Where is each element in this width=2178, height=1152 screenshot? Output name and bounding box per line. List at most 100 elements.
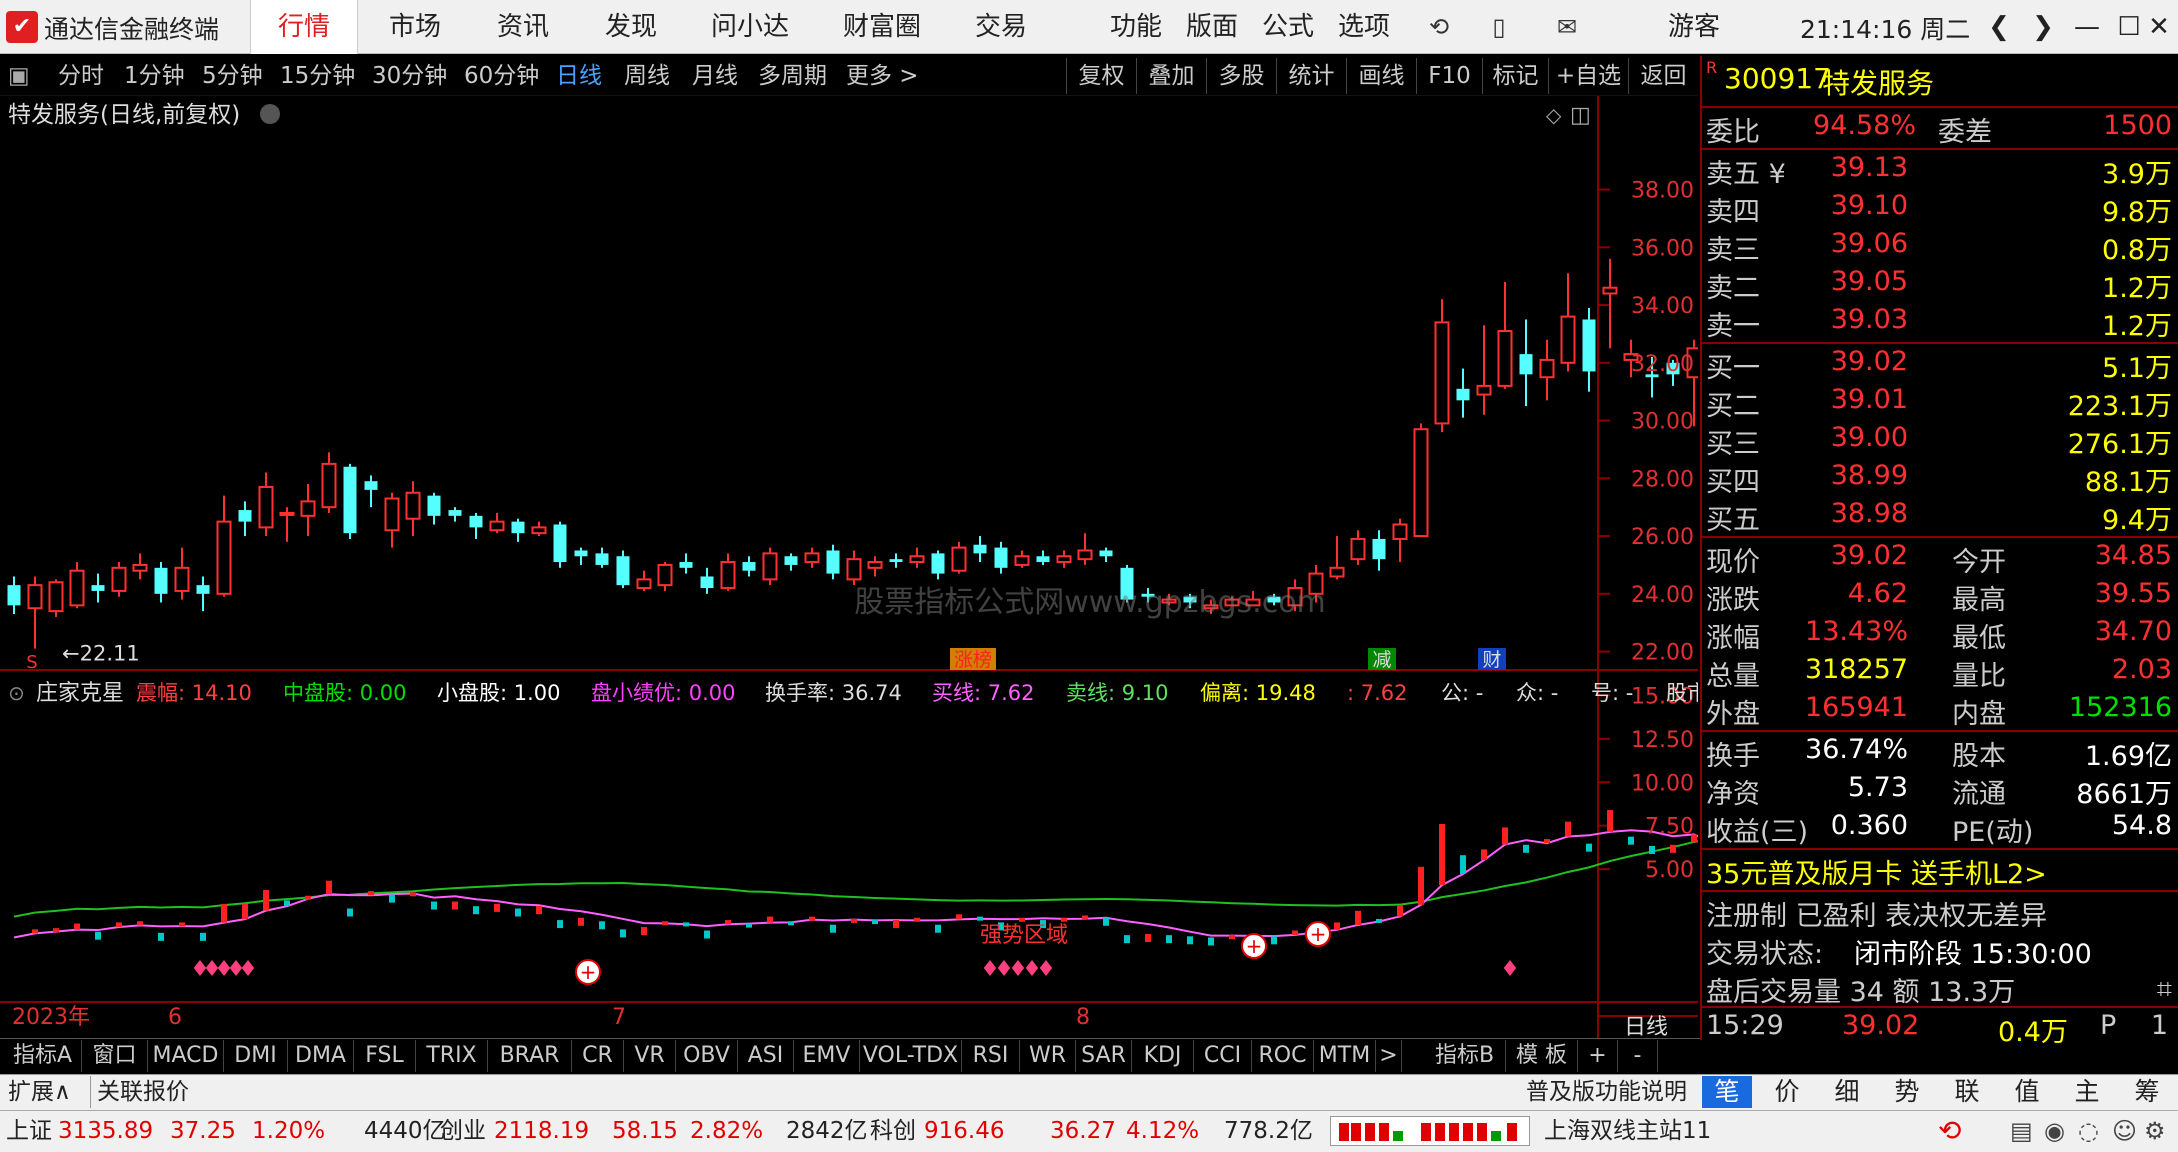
detail-tab-4[interactable]: 联 xyxy=(1942,1076,1992,1108)
indicator-tab-17[interactable]: KDJ xyxy=(1132,1040,1194,1072)
indicator-tab-19[interactable]: ROC xyxy=(1252,1040,1314,1072)
indicator-tab-24[interactable]: + xyxy=(1578,1040,1618,1072)
function-notes-link[interactable]: 普及版功能说明 xyxy=(1526,1076,1687,1108)
guest-label[interactable]: 游客 xyxy=(1654,0,1734,54)
kc-index-label[interactable]: 科创 xyxy=(870,1114,916,1148)
close-icon[interactable]: ✕ xyxy=(2136,8,2178,46)
tool-fuquan[interactable]: 复权 xyxy=(1066,58,1136,94)
sell-level-label: 卖一 xyxy=(1706,311,1760,342)
sh-index-label[interactable]: 上证 xyxy=(6,1114,52,1148)
menu-xuanxiang[interactable]: 选项 xyxy=(1332,0,1396,54)
kline-chart[interactable]: ♦♦♦♦♦ ♦♦♦♦♦ ♦++ +强势区域 38.0036.0034.0032.003… xyxy=(0,96,2038,1040)
indicator-tab-9[interactable]: VR xyxy=(624,1040,676,1072)
buy-level-volume: 88.1万 xyxy=(2084,467,2172,498)
indicator-value: 号: - xyxy=(1591,681,1633,705)
expand-button[interactable]: 扩展∧ xyxy=(8,1076,71,1108)
menu-shichang[interactable]: 市场 xyxy=(372,0,458,54)
indicator-tab-4[interactable]: DMA xyxy=(288,1040,354,1072)
coin-icon[interactable]: ◉ xyxy=(2044,1114,2065,1148)
tool-zixuan[interactable]: +自选 xyxy=(1548,58,1628,94)
tool-huaxian[interactable]: 画线 xyxy=(1346,58,1416,94)
forward-arrow-icon[interactable]: ❯ xyxy=(2020,8,2066,46)
indicator-tab-22[interactable]: 指标B xyxy=(1424,1040,1506,1072)
linked-quotes-tab[interactable]: 关联报价 xyxy=(90,1076,189,1108)
menu-gongshi[interactable]: 公式 xyxy=(1256,0,1320,54)
menu-caifuquan[interactable]: 财富圈 xyxy=(832,0,932,54)
menu-gongneng[interactable]: 功能 xyxy=(1104,0,1168,54)
layout-icon[interactable]: ▣ xyxy=(8,58,30,94)
minimize-icon[interactable]: — xyxy=(2064,8,2110,46)
period-more[interactable]: 更多 > xyxy=(846,58,919,94)
indicator-tab-23[interactable]: 模 板 xyxy=(1506,1040,1578,1072)
indicator-tab-3[interactable]: DMI xyxy=(224,1040,288,1072)
menu-hangqing[interactable]: 行情 xyxy=(250,0,358,54)
period-15min[interactable]: 15分钟 xyxy=(280,58,355,94)
tool-tongji[interactable]: 统计 xyxy=(1276,58,1346,94)
menu-faxian[interactable]: 发现 xyxy=(588,0,674,54)
detail-tab-1[interactable]: 价 xyxy=(1762,1076,1812,1108)
indicator-tab-8[interactable]: CR xyxy=(572,1040,624,1072)
period-monthly[interactable]: 月线 xyxy=(692,58,738,94)
detail-tab-5[interactable]: 值 xyxy=(2002,1076,2052,1108)
mail-icon[interactable]: ✉ xyxy=(1552,12,1582,42)
cy-index-label[interactable]: 创业 xyxy=(440,1114,486,1148)
detail-tab-7[interactable]: 筹 xyxy=(2122,1076,2172,1108)
period-5min[interactable]: 5分钟 xyxy=(202,58,263,94)
tool-biaoji[interactable]: 标记 xyxy=(1482,58,1548,94)
settings-icon[interactable]: ⚙ xyxy=(2144,1114,2166,1148)
reconnect-icon[interactable]: ⟲ xyxy=(1938,1114,1961,1148)
menu-banmian[interactable]: 版面 xyxy=(1180,0,1244,54)
stock-code[interactable]: 300917 xyxy=(1724,62,1831,95)
indicator-tab-5[interactable]: FSL xyxy=(354,1040,416,1072)
stock-info-line: 注册制 已盈利 表决权无差异 xyxy=(1706,901,2048,932)
phone-icon[interactable]: ▯ xyxy=(1484,12,1514,42)
tool-duogu[interactable]: 多股 xyxy=(1206,58,1276,94)
menu-zixun[interactable]: 资讯 xyxy=(480,0,566,54)
period-fenshi[interactable]: 分时 xyxy=(58,58,104,94)
promo-link[interactable]: 35元普及版月卡 送手机L2> xyxy=(1706,852,2047,891)
indicator-tab-18[interactable]: CCI xyxy=(1194,1040,1252,1072)
indicator-tab-10[interactable]: OBV xyxy=(676,1040,738,1072)
menu-wenxiaoda[interactable]: 问小达 xyxy=(700,0,800,54)
indicator-tab-2[interactable]: MACD xyxy=(148,1040,224,1072)
grid-view-icon[interactable]: ▤ xyxy=(2010,1114,2033,1148)
indicator-tab-6[interactable]: TRIX xyxy=(416,1040,488,1072)
tool-f10[interactable]: F10 xyxy=(1416,58,1482,94)
period-1min[interactable]: 1分钟 xyxy=(124,58,185,94)
indicator-tab-7[interactable]: BRAR xyxy=(488,1040,572,1072)
stock-name[interactable]: 特发服务 xyxy=(1822,62,1934,102)
refresh-icon[interactable]: ⟲ xyxy=(1424,12,1454,42)
indicator-tab-0[interactable]: 指标A xyxy=(4,1040,82,1072)
period-daily[interactable]: 日线 xyxy=(556,58,602,94)
detail-tab-6[interactable]: 主 xyxy=(2062,1076,2112,1108)
indicator-tab-1[interactable]: 窗口 xyxy=(82,1040,148,1072)
chat-icon[interactable]: ◌ xyxy=(2078,1114,2099,1148)
stat-label: 内盘 xyxy=(1952,699,2006,730)
kline-chart-area[interactable]: ♦ ♦ ♦ ♦ ♦ ♦ ♦ ♦ ♦ ♦ ♦ + + + 强势区域 38.00 36.00 34.00 32.00 3… xyxy=(0,96,2038,1040)
indicator-tab-14[interactable]: RSI xyxy=(962,1040,1020,1072)
menu-jiaoyi[interactable]: 交易 xyxy=(958,0,1044,54)
indicator-tab-15[interactable]: WR xyxy=(1020,1040,1076,1072)
candle-body xyxy=(321,462,337,509)
indicator-tab-13[interactable]: VOL-TDX xyxy=(860,1040,962,1072)
indicator-tab-20[interactable]: MTM xyxy=(1314,1040,1376,1072)
indicator-tab-25[interactable]: - xyxy=(1618,1040,1658,1072)
candle-body xyxy=(7,585,21,606)
indicator-tab-21[interactable]: > xyxy=(1376,1040,1402,1072)
tool-fanhui[interactable]: 返回 xyxy=(1628,58,1698,94)
detail-tab-2[interactable]: 细 xyxy=(1822,1076,1872,1108)
server-name[interactable]: 上海双线主站11 xyxy=(1544,1114,1711,1148)
tool-diejia[interactable]: 叠加 xyxy=(1136,58,1206,94)
indicator-tab-11[interactable]: ASI xyxy=(738,1040,794,1072)
detail-tab-0[interactable]: 笔 xyxy=(1702,1076,1752,1108)
indicator-tab-12[interactable]: EMV xyxy=(794,1040,860,1072)
period-multi[interactable]: 多周期 xyxy=(758,58,827,94)
detail-tab-3[interactable]: 势 xyxy=(1882,1076,1932,1108)
user-icon[interactable]: ☺ xyxy=(2112,1114,2137,1148)
period-weekly[interactable]: 周线 xyxy=(624,58,670,94)
period-60min[interactable]: 60分钟 xyxy=(464,58,539,94)
period-30min[interactable]: 30分钟 xyxy=(372,58,447,94)
back-arrow-icon[interactable]: ❮ xyxy=(1976,8,2022,46)
indicator-tab-16[interactable]: SAR xyxy=(1076,1040,1132,1072)
weicha-label: 委差 xyxy=(1938,117,1992,148)
